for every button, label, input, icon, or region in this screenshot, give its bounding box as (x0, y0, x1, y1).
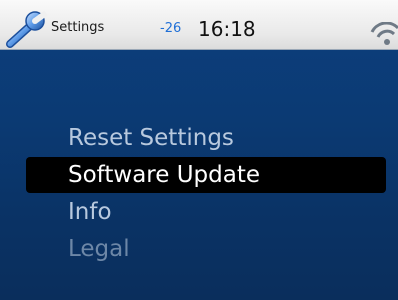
signal-strength-value: -26 (160, 21, 182, 36)
status-bar: Settings -26 16:18 (0, 0, 398, 50)
clock: 16:18 (198, 17, 256, 41)
wifi-icon (370, 22, 398, 45)
wrench-icon (6, 10, 48, 48)
menu-item-info[interactable]: Info (68, 194, 112, 230)
menu-item-legal: Legal (68, 236, 130, 262)
app-title: Settings (51, 20, 105, 35)
screen: Settings -26 16:18 Reset Settings Softwa… (0, 0, 398, 300)
menu-item-software-update[interactable]: Software Update (26, 157, 386, 193)
menu-item-reset-settings[interactable]: Reset Settings (68, 120, 234, 156)
